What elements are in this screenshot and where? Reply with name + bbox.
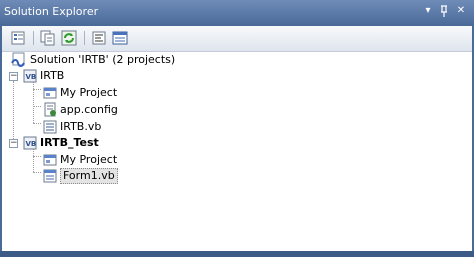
view-code-button[interactable] — [90, 29, 108, 47]
project-node-irtb[interactable]: − VB IRTB — [2, 68, 302, 84]
tree-item-app-config[interactable]: app.config — [2, 102, 302, 118]
toolbar-separator — [33, 31, 34, 45]
collapse-icon[interactable]: − — [9, 72, 18, 81]
svg-text:VB: VB — [26, 73, 37, 81]
tree-item-my-project[interactable]: My Project — [2, 85, 302, 101]
panel-bottom-border — [0, 251, 474, 257]
view-designer-button[interactable] — [111, 29, 129, 47]
solution-label: Solution 'IRTB' (2 projects) — [30, 53, 176, 66]
refresh-button[interactable] — [60, 29, 78, 47]
solution-tree: Solution 'IRTB' (2 projects) − VB IRTB M… — [2, 52, 472, 251]
title-bar: Solution Explorer ▾ ✕ — [0, 0, 474, 24]
panel-title: Solution Explorer — [4, 5, 99, 18]
toolbar-separator — [84, 31, 85, 45]
solution-node[interactable]: Solution 'IRTB' (2 projects) — [10, 52, 310, 68]
project-label: IRTB_Test — [40, 136, 99, 149]
project-label: IRTB — [40, 69, 65, 82]
tree-item-my-project[interactable]: My Project — [2, 152, 302, 168]
item-label: My Project — [60, 86, 118, 99]
form-file-icon — [42, 168, 58, 184]
tree-item-form1-vb[interactable]: Form1.vb — [2, 168, 302, 184]
my-project-icon — [42, 152, 58, 168]
item-label: My Project — [60, 153, 118, 166]
solution-explorer-panel: Solution Explorer ▾ ✕ Solution 'IRTB' (2… — [0, 0, 474, 257]
properties-button[interactable] — [10, 29, 28, 47]
item-label: IRTB.vb — [60, 120, 102, 133]
my-project-icon — [42, 85, 58, 101]
toolbar — [2, 26, 472, 52]
vb-project-icon: VB — [22, 68, 38, 84]
config-file-icon — [42, 102, 58, 118]
tree-item-irtb-vb[interactable]: IRTB.vb — [2, 119, 302, 135]
vb-project-icon: VB — [22, 135, 38, 151]
window-position-dropdown-icon[interactable]: ▾ — [421, 4, 435, 18]
svg-text:VB: VB — [26, 140, 37, 148]
solution-icon — [10, 52, 26, 68]
item-label: app.config — [60, 103, 118, 116]
project-node-irtb-test[interactable]: − VB IRTB_Test — [2, 135, 302, 151]
pin-icon[interactable] — [437, 4, 451, 18]
show-all-files-button[interactable] — [39, 29, 57, 47]
vb-file-icon — [42, 119, 58, 135]
item-label: Form1.vb — [60, 168, 118, 184]
collapse-icon[interactable]: − — [9, 139, 18, 148]
close-icon[interactable]: ✕ — [454, 4, 468, 18]
